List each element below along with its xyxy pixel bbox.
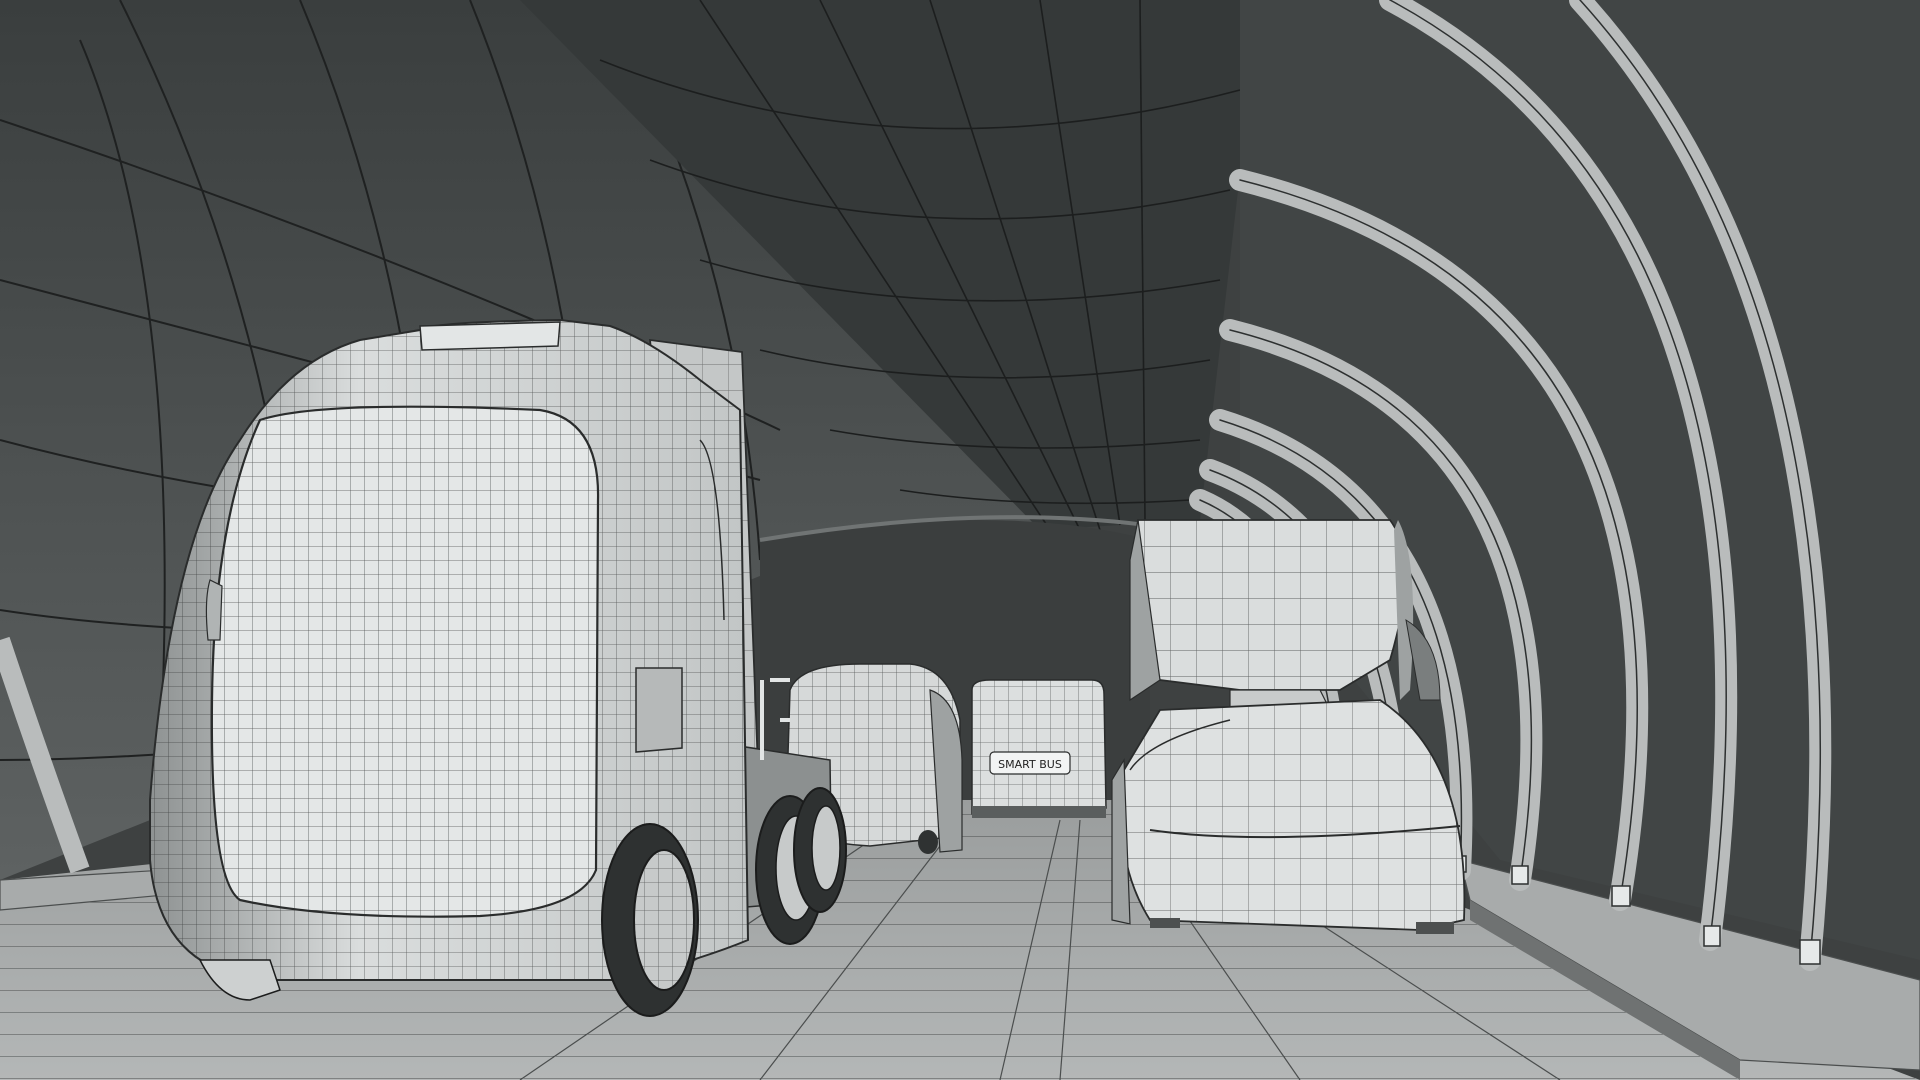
smart-bus-sign: SMART BUS (998, 758, 1062, 771)
tunnel-scene: SMART BUS (0, 0, 1920, 1080)
right-hourglass-vehicle (1111, 519, 1466, 934)
smart-bus: SMART BUS (971, 679, 1107, 818)
scene-canvas: SMART BUS (0, 0, 1920, 1080)
